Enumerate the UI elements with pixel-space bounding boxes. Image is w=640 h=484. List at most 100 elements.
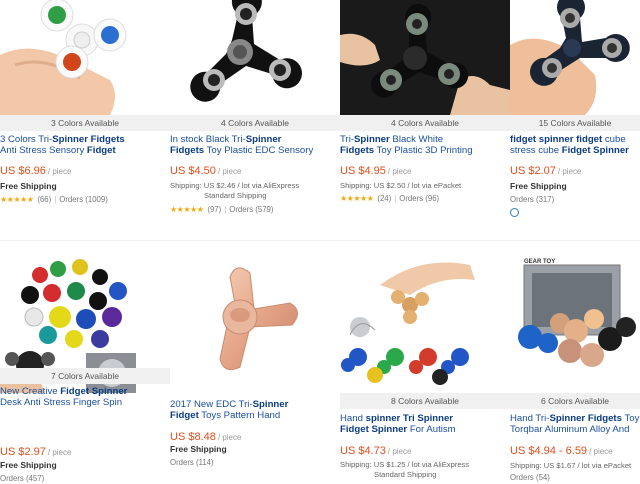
title-highlight[interactable]: Spinner Fidgets [549,413,622,424]
price-unit: / piece [217,167,242,176]
shipping-method: Standard Shipping [374,470,437,479]
title-highlight[interactable]: Spinner [354,134,390,145]
title-highlight[interactable]: Fidget Spinner [60,386,127,397]
review-count[interactable]: (97) [207,205,221,214]
title-text[interactable]: Toy Plastic EDC Sensory [204,145,314,156]
title-text[interactable]: Toy Plastic 3D Printing [374,145,473,156]
title-text[interactable]: Toys Pattern Hand [199,410,280,421]
orders-count: Orders (114) [170,458,214,467]
orders-count: Orders (457) [0,474,45,483]
product-title[interactable]: fidget spinner fidget cube stress cube F… [510,134,640,156]
title-text[interactable]: New Creative [0,386,60,397]
product-image[interactable] [340,255,510,393]
product-card[interactable]: GEAR TOY 6 Colors Available Hand Tri-Spi… [510,255,640,484]
title-highlight[interactable]: Spinner [246,134,282,145]
review-count[interactable]: (66) [37,195,51,204]
title-text[interactable]: cube [602,134,626,145]
product-title[interactable]: 2017 New EDC Tri-Spinner Fidget Toys Pat… [170,399,338,421]
separator: | [224,205,227,214]
colors-available-badge: 4 Colors Available [170,115,340,131]
title-highlight[interactable]: fidget spinner fidget [510,134,602,145]
product-image[interactable]: GEAR TOY [510,255,640,393]
colors-available-badge: 15 Colors Available [510,115,640,131]
title-highlight[interactable]: Spinner [253,399,289,410]
price: US $8.48/ piece [170,431,241,443]
title-text[interactable]: Hand Tri- [510,413,549,424]
title-text[interactable]: Torqbar Aluminum Alloy And [510,424,629,435]
product-card[interactable]: 2017 New EDC Tri-Spinner Fidget Toys Pat… [170,255,340,484]
price-value: US $6.96 [0,165,46,177]
shipping-info: Shipping: US $2.46 / lot via AliExpress … [170,181,299,201]
product-title[interactable]: Hand Tri-Spinner Fidgets Toy Torqbar Alu… [510,413,640,435]
title-text[interactable]: For Autism [407,424,456,435]
colors-available-badge: 4 Colors Available [340,115,510,131]
rating-orders: ★★★★★ (97) | Orders (579) [170,205,273,214]
star-rating-icon[interactable]: ★★★★★ [170,205,204,214]
product-card[interactable]: 4 Colors Available In stock Black Tri-Sp… [170,0,340,230]
colors-available-badge: 8 Colors Available [340,393,510,409]
title-text[interactable]: Tri- [340,134,354,145]
shipping-method: Standard Shipping [204,191,267,200]
star-rating-icon[interactable]: ★★★★★ [0,195,34,204]
product-image[interactable] [0,0,170,115]
title-highlight[interactable]: spinner Tri Spinner [366,413,453,424]
product-image[interactable] [510,0,640,115]
price-unit: / piece [217,433,242,442]
price-value: US $8.48 [170,431,216,443]
title-text[interactable]: Black White [390,134,443,145]
price: US $4.50/ piece [170,165,241,177]
colors-available-badge: 3 Colors Available [0,115,170,131]
free-shipping-label: Free Shipping [0,181,57,191]
product-title[interactable]: In stock Black Tri-Spinner Fidgets Toy P… [170,134,338,156]
price: US $6.96/ piece [0,165,71,177]
product-card[interactable]: 3 Colors Available 3 Colors Tri-Spinner … [0,0,170,230]
orders-count: Orders (54) [510,473,550,482]
title-text[interactable]: Desk Anti Stress Finger Spin [0,397,122,408]
title-text[interactable]: In stock Black Tri- [170,134,246,145]
product-card[interactable]: 15 Colors Available fidget spinner fidge… [510,0,640,230]
title-highlight[interactable]: Fidget Spinner [562,145,629,156]
rating-orders: ★★★★★ (24) | Orders (96) [340,194,439,203]
product-title[interactable]: Tri-Spinner Black White Fidgets Toy Plas… [340,134,508,156]
title-text[interactable]: Hand [340,413,366,424]
product-title[interactable]: Hand spinner Tri Spinner Fidget Spinner … [340,413,508,435]
title-text[interactable]: Anti Stress Sensory [0,145,87,156]
title-text[interactable]: Toy [622,413,639,424]
price-value: US $2.97 [0,446,46,458]
review-count[interactable]: (24) [377,194,391,203]
title-highlight[interactable]: Fidgets [340,145,374,156]
price-unit: / piece [47,448,72,457]
product-card[interactable]: 8 Colors Available Hand spinner Tri Spin… [340,255,510,484]
orders-count: Orders (579) [229,205,274,214]
price-unit: / piece [557,167,582,176]
title-text[interactable]: 2017 New EDC Tri- [170,399,253,410]
product-card[interactable]: 7 Colors Available New Creative Fidget S… [0,255,170,484]
product-image[interactable] [170,0,340,115]
shipping-line: Shipping: US $2.46 / lot via AliExpress [170,181,300,190]
price-unit: / piece [387,447,412,456]
product-image[interactable] [170,255,340,393]
price-unit: / piece [47,167,72,176]
shipping-info: Shipping: US $1.67 / lot via ePacket [510,461,632,470]
shipping-info: Shipping: US $2.50 / lot via ePacket [340,181,461,191]
product-title[interactable]: 3 Colors Tri-Spinner Fidgets Anti Stress… [0,134,168,156]
title-highlight[interactable]: Fidget [87,145,116,156]
title-highlight[interactable]: Fidgets [170,145,204,156]
title-text[interactable]: 3 Colors Tri- [0,134,52,145]
product-image[interactable] [340,0,510,115]
separator: | [54,195,57,204]
title-highlight[interactable]: Fidget [170,410,199,421]
title-highlight[interactable]: Spinner Fidgets [52,134,125,145]
star-rating-icon[interactable]: ★★★★★ [340,194,374,203]
box-label: GEAR TOY [524,259,555,265]
compare-icon[interactable] [510,208,519,217]
price: US $4.73/ piece [340,445,411,457]
product-title[interactable]: New Creative Fidget Spinner Desk Anti St… [0,386,168,408]
title-text[interactable]: stress cube [510,145,562,156]
price: US $2.97/ piece [0,446,71,458]
orders-count: Orders (1009) [59,195,108,204]
separator: | [394,194,397,203]
product-card[interactable]: 4 Colors Available Tri-Spinner Black Whi… [340,0,510,230]
title-highlight[interactable]: Fidget Spinner [340,424,407,435]
price-value: US $4.50 [170,165,216,177]
